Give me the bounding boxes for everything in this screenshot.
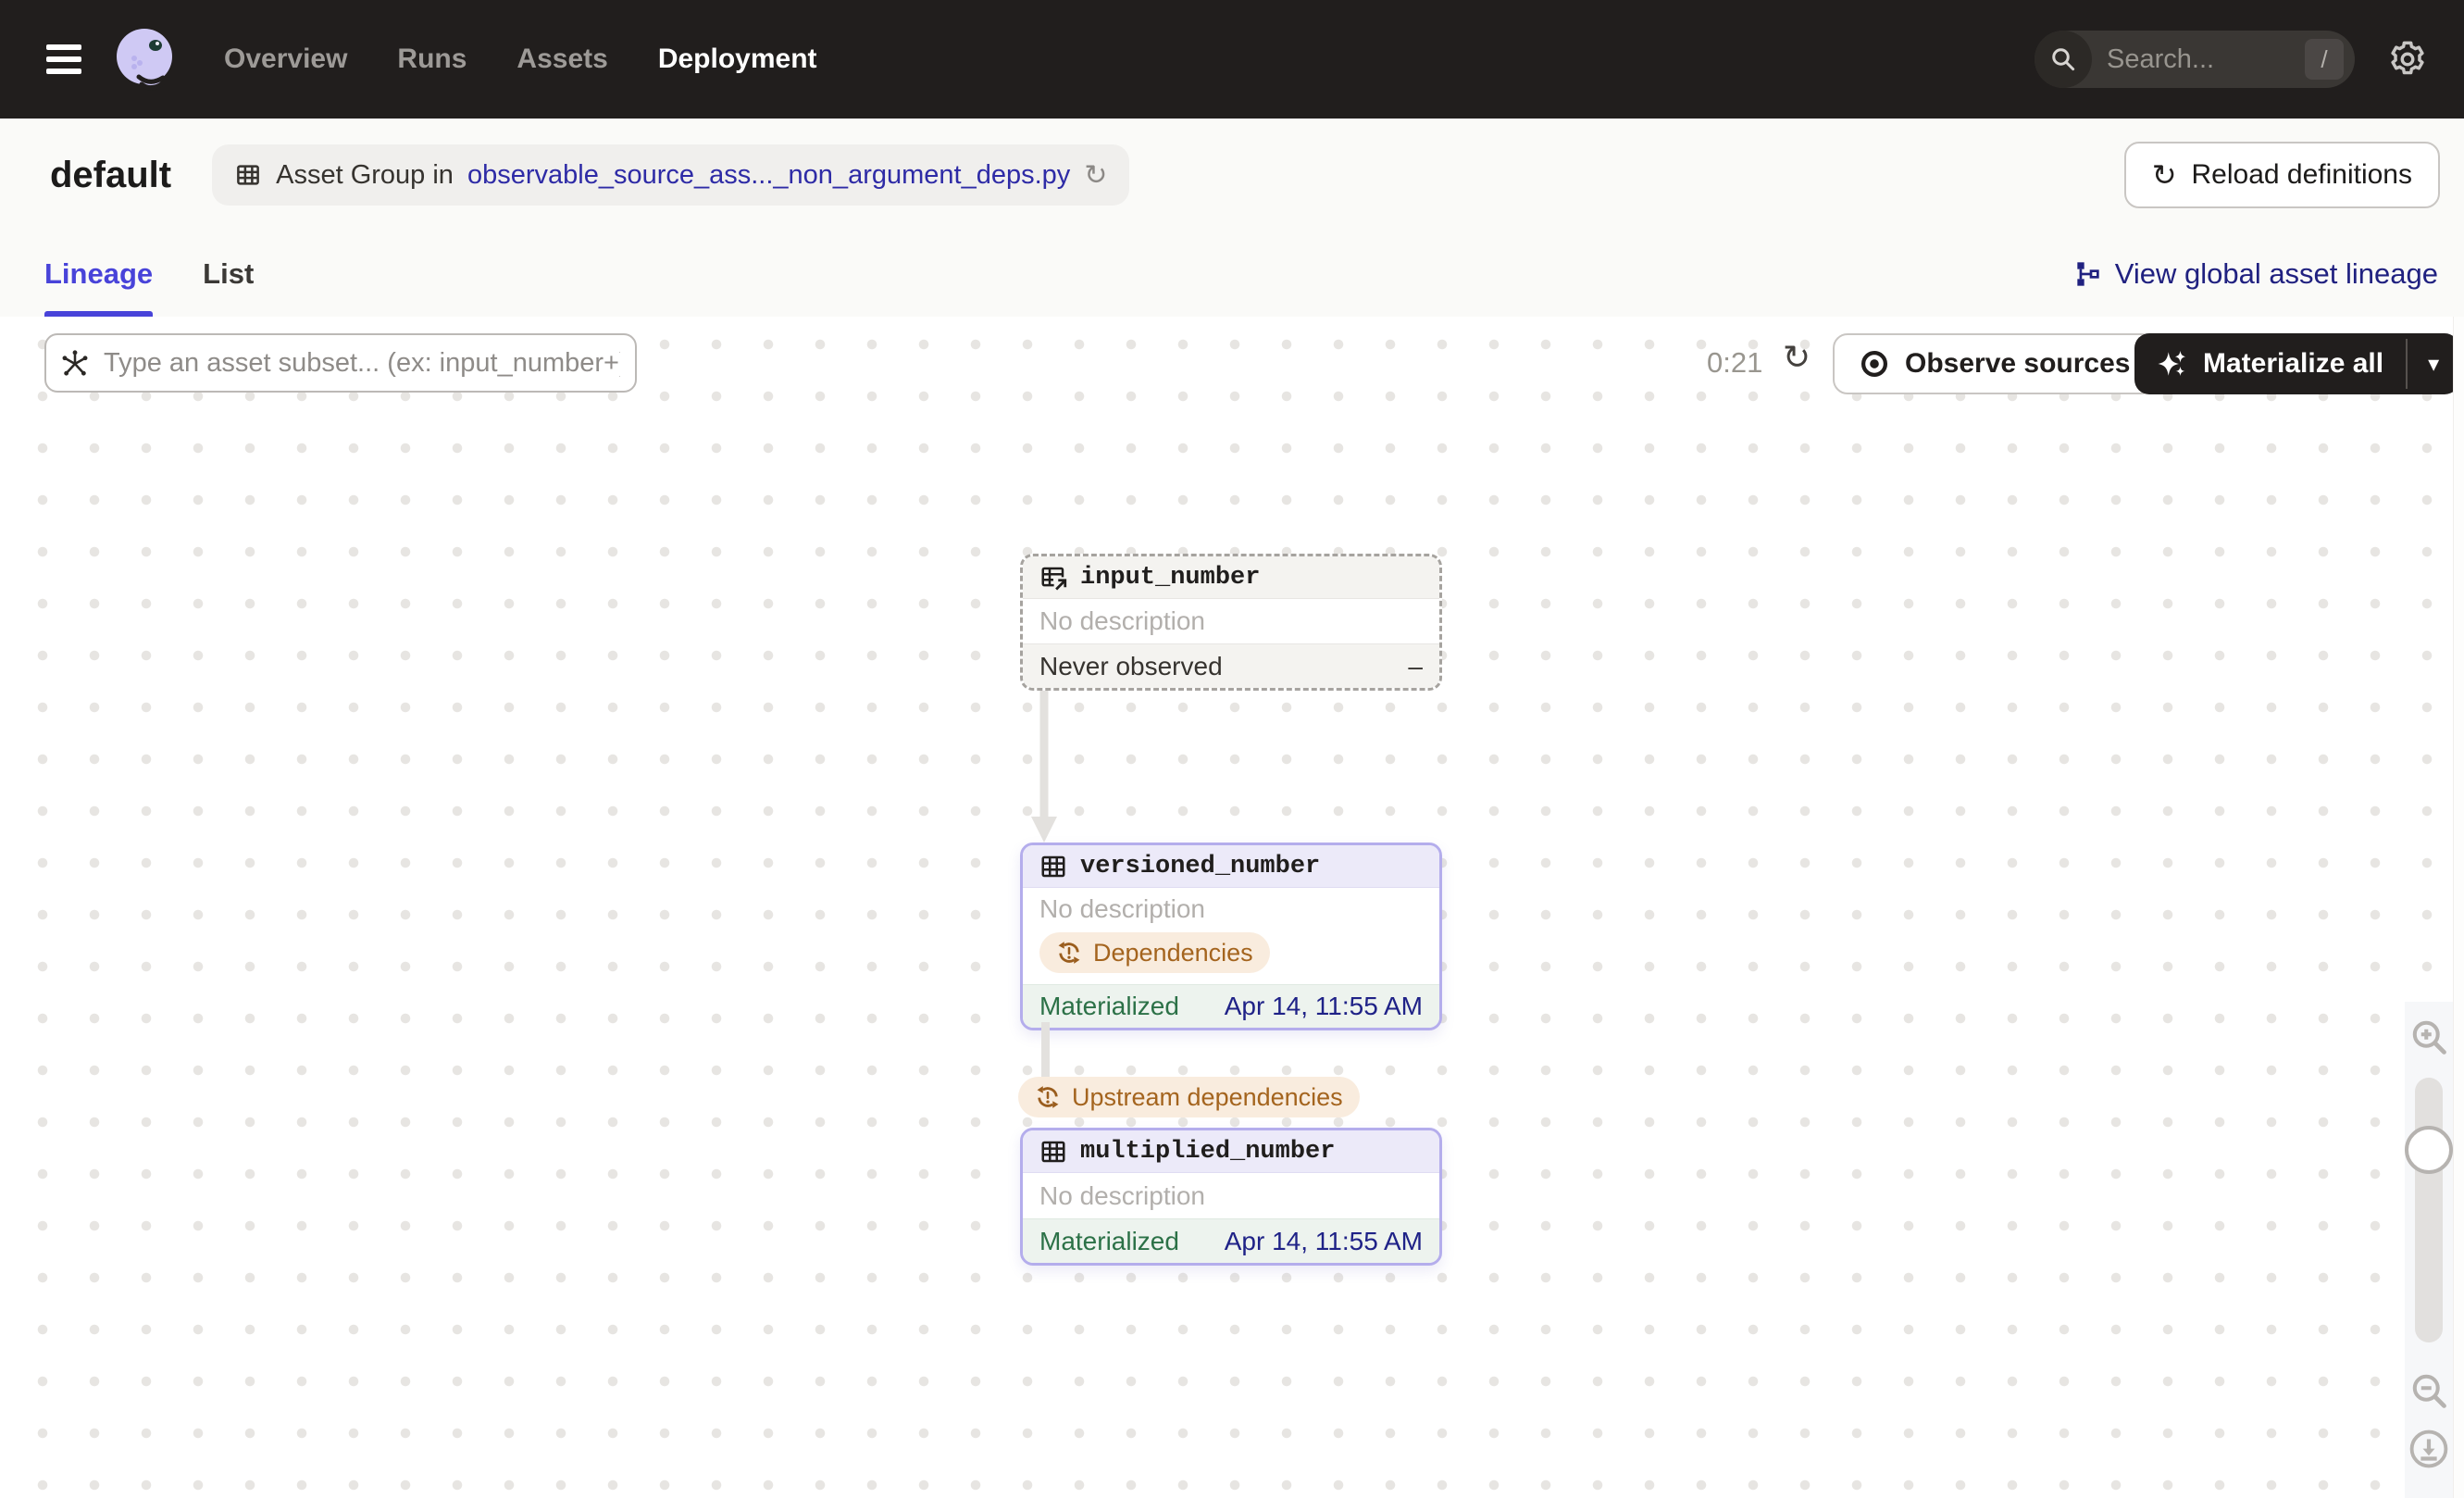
zoom-in-icon[interactable] — [2408, 1017, 2449, 1057]
search-icon — [2035, 31, 2092, 88]
breadcrumb-file-link[interactable]: observable_source_ass..._non_argument_de… — [467, 160, 1070, 191]
settings-gear-icon[interactable] — [2386, 38, 2429, 81]
view-global-asset-lineage-link[interactable]: View global asset lineage — [2072, 231, 2438, 317]
asset-subset-input[interactable] — [44, 333, 637, 393]
reload-definitions-button[interactable]: ↻ Reload definitions — [2123, 142, 2440, 208]
asset-status-row: Never observed – — [1023, 643, 1439, 688]
nav-item-runs[interactable]: Runs — [397, 44, 467, 75]
observe-sources-label: Observe sources — [1905, 348, 2131, 379]
breadcrumb-prefix: Asset Group in — [276, 159, 454, 190]
asset-tag-row: Dependencies — [1023, 930, 1439, 984]
asset-status: Never observed — [1039, 651, 1223, 680]
page-title: default — [50, 154, 172, 195]
asset-description: No description — [1023, 599, 1439, 643]
nav-item-deployment[interactable]: Deployment — [658, 44, 817, 75]
asset-status-row: Materialized Apr 14, 11:55 AM — [1023, 984, 1439, 1028]
asset-status-timestamp: Apr 14, 11:55 AM — [1224, 1226, 1423, 1255]
eye-icon — [1860, 350, 1888, 378]
asset-node-input-number[interactable]: input_number No description Never observ… — [1020, 554, 1442, 691]
search-placeholder: Search... — [2107, 44, 2215, 74]
materialize-all-button[interactable]: Materialize all ▾ — [2134, 333, 2460, 394]
nav-item-assets[interactable]: Assets — [516, 44, 607, 75]
materialize-options-caret[interactable]: ▾ — [2408, 333, 2459, 394]
tab-list-label: List — [203, 257, 255, 290]
observe-sources-button[interactable]: Observe sources — [1833, 333, 2157, 394]
asset-node-multiplied-number[interactable]: multiplied_number No description Materia… — [1020, 1128, 1442, 1266]
upstream-dependencies-tag[interactable]: Upstream dependencies — [1018, 1077, 1360, 1117]
breadcrumb-refresh-icon[interactable]: ↻ — [1084, 159, 1107, 192]
reload-definitions-label: Reload definitions — [2191, 159, 2413, 190]
nav-item-overview[interactable]: Overview — [224, 44, 347, 75]
materialize-all-main[interactable]: Materialize all — [2134, 333, 2406, 394]
zoom-slider-handle[interactable] — [2405, 1126, 2453, 1174]
dependencies-tag[interactable]: Dependencies — [1039, 932, 1270, 973]
tabs: Lineage List — [44, 231, 254, 317]
sparkles-icon — [2158, 350, 2186, 377]
changed-dependencies-icon — [1037, 1086, 1059, 1108]
changed-dependencies-icon — [1058, 942, 1080, 964]
asset-status-value: – — [1408, 651, 1423, 680]
zoom-slider[interactable] — [2405, 1078, 2453, 1342]
asset-name: versioned_number — [1080, 852, 1321, 880]
asset-status-timestamp: Apr 14, 11:55 AM — [1224, 992, 1423, 1020]
upstream-dependencies-tag-wrap: Upstream dependencies — [1018, 1077, 1360, 1117]
asset-status: Materialized — [1039, 992, 1179, 1020]
node-header: versioned_number — [1023, 845, 1439, 888]
graph-branch-icon — [2077, 262, 2099, 286]
zoom-out-icon[interactable] — [2408, 1370, 2449, 1411]
node-header: multiplied_number — [1023, 1130, 1439, 1173]
dependencies-tag-label: Dependencies — [1093, 938, 1253, 967]
asset-node-versioned-number[interactable]: versioned_number No description Dependen… — [1020, 843, 1442, 1030]
dagster-logo-icon[interactable] — [111, 25, 180, 94]
primary-nav: Overview Runs Assets Deployment — [224, 44, 817, 75]
view-global-asset-lineage-label: View global asset lineage — [2114, 257, 2438, 290]
asset-group-icon — [237, 165, 259, 185]
vertical-scrollbar[interactable] — [2453, 317, 2464, 1498]
materialize-all-label: Materialize all — [2203, 348, 2384, 379]
asset-name: multiplied_number — [1080, 1137, 1336, 1166]
asset-description: No description — [1023, 888, 1439, 930]
slash-shortcut-key: / — [2305, 39, 2344, 80]
tab-list[interactable]: List — [203, 231, 254, 317]
tab-lineage-label: Lineage — [44, 257, 154, 290]
observable-source-asset-icon — [1041, 567, 1067, 592]
asset-status-row: Materialized Apr 14, 11:55 AM — [1023, 1218, 1439, 1263]
asset-group-lineage-page: Overview Runs Assets Deployment Search..… — [0, 0, 2464, 1498]
upstream-dependencies-label: Upstream dependencies — [1072, 1082, 1343, 1111]
asset-name: input_number — [1080, 563, 1261, 592]
search-input[interactable]: Search... / — [2035, 31, 2355, 88]
breadcrumb: Asset Group in observable_source_ass..._… — [212, 144, 1130, 206]
tab-lineage[interactable]: Lineage — [44, 231, 154, 317]
top-nav: Overview Runs Assets Deployment Search..… — [0, 0, 2464, 119]
node-header: input_number — [1023, 556, 1439, 599]
zoom-controls-panel — [2405, 1002, 2453, 1498]
refresh-countdown: 0:21 — [1707, 346, 1763, 379]
asset-table-icon — [1041, 855, 1065, 877]
refresh-graph-icon[interactable]: ↻ — [1783, 339, 1811, 377]
page-header: default Asset Group in observable_source… — [0, 119, 2464, 231]
edge-arrow — [1031, 689, 1057, 843]
asset-description: No description — [1023, 1173, 1439, 1218]
asset-status: Materialized — [1039, 1226, 1179, 1255]
hamburger-menu-icon[interactable] — [46, 44, 81, 74]
download-image-icon[interactable] — [2408, 1428, 2450, 1470]
asset-table-icon — [1041, 1141, 1065, 1162]
reload-icon: ↻ — [2151, 157, 2177, 193]
tabs-row: Lineage List View global asset lineage — [0, 231, 2464, 317]
edge-line — [1041, 1022, 1050, 1080]
